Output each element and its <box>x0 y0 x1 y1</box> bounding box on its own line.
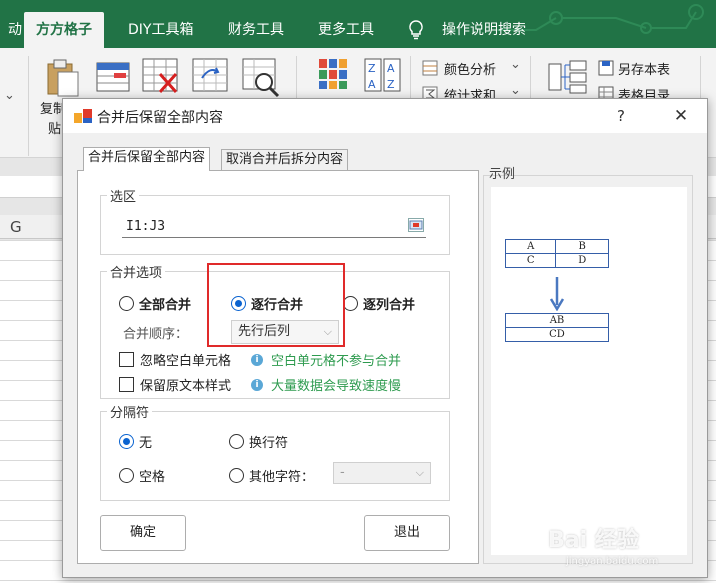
radio-circle[interactable] <box>119 296 134 311</box>
chevron-down-icon[interactable]: ⌄ <box>510 83 521 98</box>
info-icon: i <box>251 378 263 391</box>
tab-more-tools[interactable]: 更多工具 <box>306 12 386 48</box>
separator <box>28 56 29 156</box>
range-input[interactable]: I1:J3 <box>122 216 426 238</box>
dialog-title: 合并后保留全部内容 <box>97 110 223 126</box>
radio-merge-all-label: 全部合并 <box>139 298 192 313</box>
merge-options-label: 合并选项 <box>107 262 166 281</box>
checkbox-ignore-blank[interactable]: 忽略空白单元格 <box>119 350 231 369</box>
separator-group: 分隔符 无 换行符 空格 其他字符： - ⌵ <box>100 402 450 501</box>
hint-ignore-blank-text: 空白单元格不参与合并 <box>271 354 402 369</box>
checkbox-keep-style[interactable]: 保留原文本样式 <box>119 375 231 394</box>
svg-text:A: A <box>387 62 395 75</box>
svg-text:A: A <box>368 78 376 91</box>
close-button[interactable]: ✕ <box>667 104 695 128</box>
radio-merge-all[interactable]: 全部合并 <box>119 294 191 313</box>
delete-table-icon[interactable] <box>142 58 180 94</box>
radio-circle[interactable] <box>229 468 244 483</box>
chevron-down-icon[interactable]: ⌄ <box>510 57 521 72</box>
example-preview: A B C D AB CD <box>491 187 687 555</box>
tab-ffcell[interactable]: 方方格子 <box>24 12 104 48</box>
exit-button[interactable]: 退出 <box>364 515 450 551</box>
radio-separator-space-label: 空格 <box>139 470 166 485</box>
table-row: C D <box>504 253 609 268</box>
color-grid-icon[interactable] <box>318 58 348 90</box>
example-after-table: AB CD <box>505 313 609 342</box>
checkbox-box[interactable] <box>119 377 134 392</box>
radio-merge-by-column[interactable]: 逐列合并 <box>343 294 415 313</box>
radio-merge-by-column-label: 逐列合并 <box>363 298 416 313</box>
selection-group: 选区 I1:J3 <box>100 186 450 255</box>
app-icon <box>74 109 92 123</box>
annotation-highlight-box <box>207 263 345 347</box>
example-label: 示例 <box>489 167 516 182</box>
radio-separator-newline-label: 换行符 <box>249 436 289 451</box>
table-cell: C <box>504 253 557 268</box>
chevron-down-icon[interactable]: ⌄ <box>4 88 15 103</box>
ok-button[interactable]: 确定 <box>100 515 186 551</box>
info-icon: i <box>251 353 263 366</box>
table-cell: A <box>504 239 557 254</box>
table-cell: AB <box>505 313 609 328</box>
chevron-down-icon[interactable]: ⌵ <box>416 463 424 483</box>
hint-keep-style-text: 大量数据会导致速度慢 <box>271 379 402 394</box>
radio-separator-none[interactable]: 无 <box>119 432 152 451</box>
tab-merge-keep-all[interactable]: 合并后保留全部内容 <box>83 147 211 171</box>
radio-separator-other-label: 其他字符： <box>249 470 315 485</box>
paste-label-2: 贴 <box>48 122 62 137</box>
table-row: AB <box>505 313 609 328</box>
tab-diy-toolbox[interactable]: DIY工具箱 <box>116 12 205 48</box>
save-sheet-icon <box>598 60 614 76</box>
svg-text:Z: Z <box>368 62 376 75</box>
ribbon-tab-bar: 动 方方格子 DIY工具箱 财务工具 更多工具 操作说明搜索 <box>0 0 716 48</box>
table-cell: D <box>555 253 609 268</box>
baidu-watermark: Bai 经验 <box>548 528 639 553</box>
merge-order-label: 合并顺序： <box>123 327 189 342</box>
column-header-g[interactable]: G <box>10 218 22 236</box>
swap-table-icon[interactable] <box>192 58 230 94</box>
radio-separator-space[interactable]: 空格 <box>119 466 165 485</box>
radio-circle[interactable] <box>343 296 358 311</box>
baidu-watermark-url: jingyan.baidu.com <box>566 556 659 567</box>
tab-panel: 选区 I1:J3 合并选项 全部合并 逐行合并 逐列合并 合并顺序： 先行后列 … <box>77 170 479 564</box>
table-header-icon[interactable] <box>96 62 130 92</box>
lightbulb-icon <box>409 20 423 40</box>
help-button[interactable]: ? <box>609 104 633 128</box>
checkbox-keep-style-label: 保留原文本样式 <box>140 379 232 394</box>
tab-unmerge-split[interactable]: 取消合并后拆分内容 <box>221 149 349 171</box>
sheet-structure-icon[interactable] <box>548 60 588 94</box>
radio-circle[interactable] <box>229 434 244 449</box>
svg-text:Z: Z <box>387 78 395 91</box>
table-row: A B <box>504 239 609 254</box>
table-cell: B <box>555 239 609 254</box>
radio-separator-newline[interactable]: 换行符 <box>229 432 288 451</box>
checkbox-box[interactable] <box>119 352 134 367</box>
radio-separator-none-label: 无 <box>139 436 153 451</box>
checkbox-ignore-blank-label: 忽略空白单元格 <box>140 354 232 369</box>
radio-circle[interactable] <box>119 468 134 483</box>
separator-group-label: 分隔符 <box>107 402 153 421</box>
color-analysis-button[interactable]: 颜色分析 <box>444 59 496 78</box>
save-sheet-button[interactable]: 另存本表 <box>618 59 670 78</box>
table-row: CD <box>505 327 609 342</box>
find-table-icon[interactable] <box>242 58 282 98</box>
range-picker-icon[interactable] <box>408 218 424 232</box>
hint-keep-style: i 大量数据会导致速度慢 <box>251 375 401 394</box>
clipboard-icon[interactable] <box>44 58 80 98</box>
other-char-select[interactable]: - ⌵ <box>333 462 431 484</box>
hint-ignore-blank: i 空白单元格不参与合并 <box>251 350 401 369</box>
other-char-value: - <box>340 465 345 480</box>
color-analysis-icon <box>422 60 438 76</box>
merge-keep-content-dialog: 合并后保留全部内容 ? ✕ 合并后保留全部内容 取消合并后拆分内容 选区 I1:… <box>62 98 708 578</box>
arrow-down-icon <box>549 277 565 311</box>
radio-circle[interactable] <box>119 434 134 449</box>
dialog-titlebar: 合并后保留全部内容 ? ✕ <box>63 99 707 133</box>
selection-group-label: 选区 <box>107 186 140 205</box>
tell-me-search[interactable]: 操作说明搜索 <box>430 12 538 48</box>
table-cell: CD <box>505 327 609 342</box>
tab-finance-tools[interactable]: 财务工具 <box>216 12 296 48</box>
example-before-table: A B C D <box>504 239 609 268</box>
sort-az-icon[interactable]: Z A A Z <box>364 58 402 92</box>
radio-separator-other[interactable]: 其他字符： <box>229 466 314 485</box>
